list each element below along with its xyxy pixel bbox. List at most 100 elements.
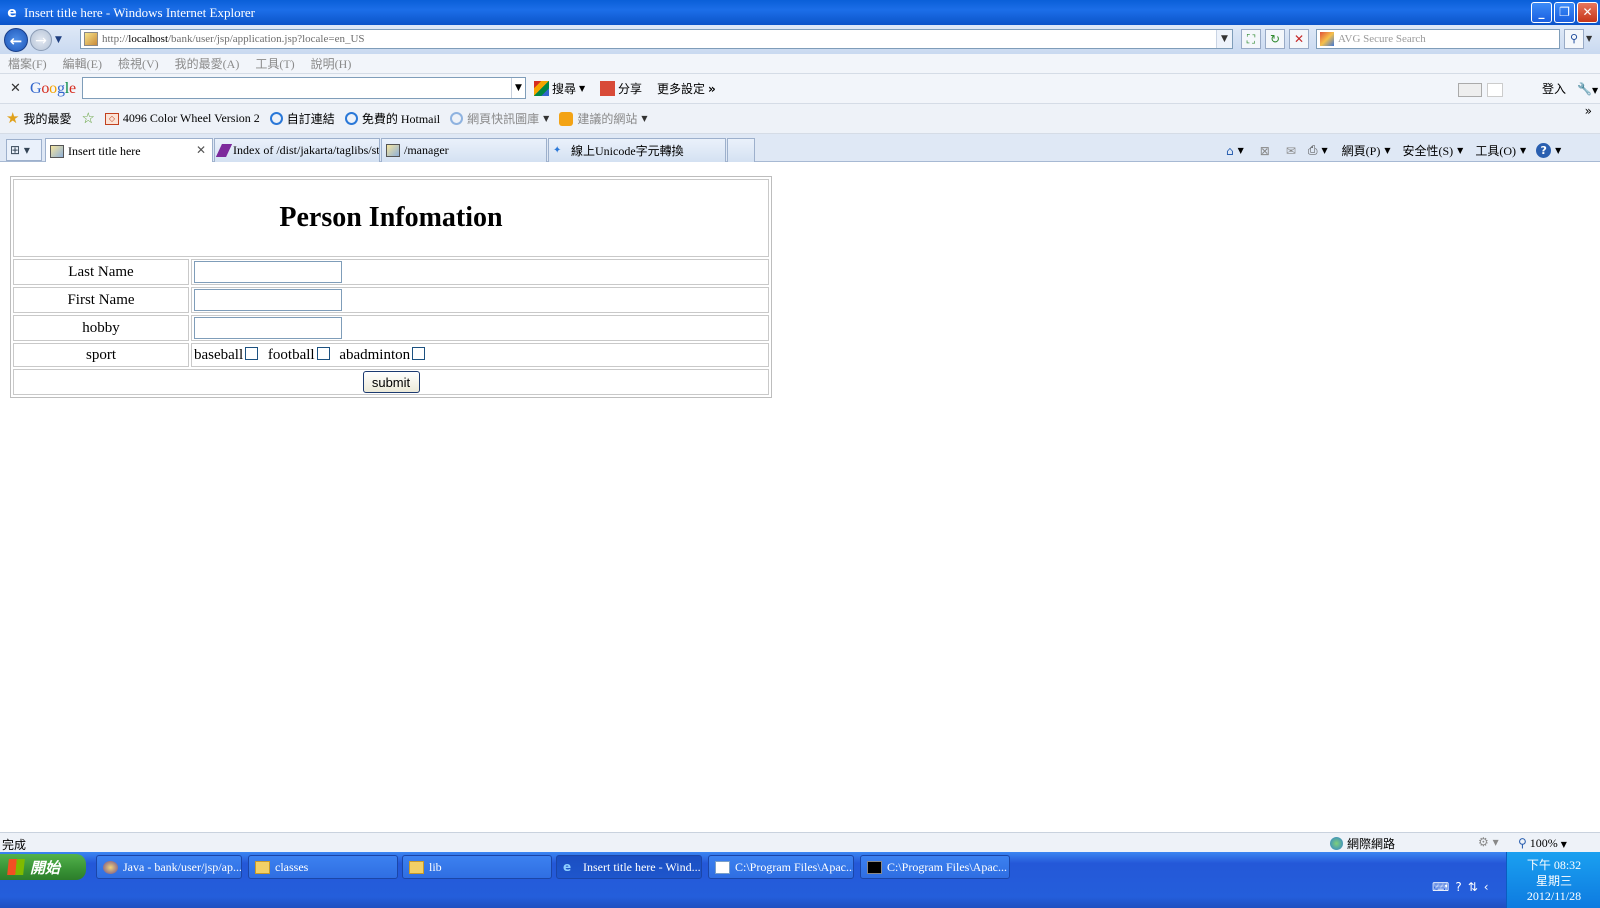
- chevron-down-icon: ▼: [543, 114, 550, 123]
- address-url[interactable]: http://localhost/bank/user/jsp/applicati…: [102, 33, 365, 45]
- zoom-level[interactable]: ⚲ 100% ▼: [1518, 836, 1567, 851]
- plus-one-icon[interactable]: [1458, 83, 1482, 98]
- keyboard-icon[interactable]: ⌨: [1432, 880, 1449, 894]
- google-search-button[interactable]: 搜尋 ▼: [534, 80, 585, 97]
- wrench-icon[interactable]: 🔧: [1577, 82, 1592, 96]
- close-tab-icon[interactable]: ✕: [196, 143, 206, 157]
- task-console[interactable]: C:\Program Files\Apac...: [860, 855, 1010, 879]
- search-icon[interactable]: ⚲: [1564, 29, 1584, 49]
- safety-menu[interactable]: 安全性(S): [1403, 142, 1454, 159]
- task-eclipse[interactable]: Java - bank/user/jsp/ap...: [96, 855, 242, 879]
- recent-pages-dropdown[interactable]: ▼: [55, 35, 67, 45]
- menu-tools[interactable]: 工具(T): [255, 55, 294, 72]
- feeds-icon[interactable]: ⊠: [1260, 144, 1270, 158]
- submit-button[interactable]: submit: [362, 371, 420, 393]
- task-notepad[interactable]: C:\Program Files\Apac...: [708, 855, 854, 879]
- home-icon[interactable]: ⌂: [1226, 144, 1234, 158]
- menu-favorites[interactable]: 我的最愛(A): [175, 55, 240, 72]
- person-info-form: Person Infomation Last Name First Name h…: [10, 176, 772, 398]
- fav-item-hotmail[interactable]: 免費的 Hotmail: [344, 110, 440, 127]
- tab-manager[interactable]: /manager: [381, 138, 547, 162]
- compatibility-view-icon[interactable]: ⛶: [1241, 29, 1261, 49]
- baseball-checkbox[interactable]: [245, 346, 259, 360]
- abadminton-checkbox[interactable]: [412, 346, 426, 360]
- hobby-input[interactable]: [194, 317, 342, 339]
- expand-tray-icon[interactable]: ‹: [1484, 880, 1489, 894]
- window-title: Insert title here - Windows Internet Exp…: [24, 4, 255, 20]
- clock[interactable]: 下午 08:32 星期三 2012/11/28: [1506, 852, 1600, 908]
- more-settings-button[interactable]: 更多設定»: [657, 80, 716, 97]
- address-bar[interactable]: http://localhost/bank/user/jsp/applicati…: [80, 29, 1233, 49]
- overflow-chevron-icon[interactable]: »: [1585, 104, 1592, 118]
- fav-item-color-wheel[interactable]: ◇ 4096 Color Wheel Version 2: [104, 111, 260, 126]
- page-menu[interactable]: 網頁(P): [1342, 142, 1381, 159]
- tab-jakarta-index[interactable]: Index of /dist/jakarta/taglibs/st...: [214, 138, 380, 162]
- zoom-icon: ⚲: [1518, 836, 1527, 850]
- menu-help[interactable]: 說明(H): [311, 55, 352, 72]
- fav-label: 4096 Color Wheel Version 2: [122, 111, 260, 125]
- last-name-label: Last Name: [13, 259, 189, 285]
- chevron-down-icon[interactable]: ▼: [1238, 146, 1244, 155]
- restore-button[interactable]: ❐: [1554, 2, 1575, 23]
- minimize-button[interactable]: _: [1531, 2, 1552, 23]
- first-name-input[interactable]: [194, 289, 342, 311]
- help-icon[interactable]: ?: [1536, 143, 1552, 158]
- task-label: Insert title here - Wind...: [583, 859, 701, 874]
- new-tab-button[interactable]: [727, 138, 755, 162]
- form-row: Last Name: [13, 259, 769, 285]
- last-name-cell: [191, 259, 769, 285]
- quick-tabs-button[interactable]: ⊞ ▾: [6, 139, 42, 161]
- start-label: 開始: [30, 858, 61, 877]
- chevron-down-icon[interactable]: ▼: [1322, 146, 1328, 155]
- favorites-button[interactable]: ★ 我的最愛: [6, 110, 71, 127]
- tab-insert-title[interactable]: Insert title here ✕: [45, 138, 213, 163]
- google-share-button[interactable]: 分享: [600, 80, 642, 97]
- search-placeholder: AVG Secure Search: [1338, 33, 1426, 45]
- chevron-down-icon[interactable]: ▼: [1520, 146, 1526, 155]
- protected-mode-icon[interactable]: ⚙ ▾: [1478, 835, 1499, 849]
- menu-view[interactable]: 檢視(V): [118, 55, 159, 72]
- task-label: classes: [275, 859, 309, 874]
- network-icon[interactable]: ⇅: [1468, 880, 1478, 894]
- search-options-dropdown[interactable]: ▼: [1586, 29, 1598, 49]
- help-tray-icon[interactable]: ?: [1455, 880, 1461, 894]
- chevron-down-icon[interactable]: ▼: [1592, 86, 1598, 95]
- tab-label: Index of /dist/jakarta/taglibs/st...: [233, 143, 380, 157]
- address-row: ← → ▼ http://localhost/bank/user/jsp/app…: [0, 25, 1600, 54]
- chevron-down-icon[interactable]: ▼: [511, 78, 525, 98]
- fav-item-web-slice-gallery[interactable]: 網頁快訊圖庫 ▼: [450, 110, 549, 127]
- add-favorite-button[interactable]: ☆: [81, 111, 94, 126]
- search-box[interactable]: AVG Secure Search: [1316, 29, 1560, 49]
- window-controls: _ ❐ ✕: [1531, 2, 1598, 23]
- tools-menu[interactable]: 工具(O): [1475, 142, 1516, 159]
- task-classes-folder[interactable]: classes: [248, 855, 398, 879]
- refresh-icon[interactable]: ↻: [1265, 29, 1285, 49]
- signin-link[interactable]: 登入: [1542, 82, 1566, 96]
- windows-flag-icon: [7, 859, 25, 875]
- menu-file[interactable]: 檔案(F): [8, 55, 47, 72]
- fav-item-suggested-sites[interactable]: 建議的網站 ▼: [559, 110, 648, 127]
- google-search-input[interactable]: ▼: [82, 77, 526, 99]
- tab-label: 線上Unicode字元轉換: [571, 144, 684, 158]
- forward-button[interactable]: →: [30, 28, 52, 51]
- stop-icon[interactable]: ✕: [1289, 29, 1309, 49]
- chevron-down-icon[interactable]: ▼: [1457, 146, 1463, 155]
- fav-item-custom-links[interactable]: 自訂連結: [269, 110, 335, 127]
- chevron-down-icon[interactable]: ▼: [1555, 146, 1561, 155]
- task-ie-window[interactable]: e Insert title here - Wind...: [556, 855, 702, 879]
- last-name-input[interactable]: [194, 261, 342, 283]
- close-button[interactable]: ✕: [1577, 2, 1598, 23]
- start-button[interactable]: 開始: [0, 854, 86, 880]
- task-lib-folder[interactable]: lib: [402, 855, 552, 879]
- close-toolbar-icon[interactable]: ✕: [10, 81, 24, 96]
- menu-edit[interactable]: 編輯(E): [63, 55, 102, 72]
- mail-icon[interactable]: ✉: [1286, 144, 1296, 158]
- back-button[interactable]: ←: [4, 27, 28, 52]
- zone-label: 網際網路: [1347, 837, 1396, 851]
- tab-unicode[interactable]: ✦ 線上Unicode字元轉換: [548, 138, 726, 162]
- security-zone[interactable]: 網際網路: [1330, 835, 1395, 852]
- address-dropdown-icon[interactable]: ▼: [1216, 30, 1232, 48]
- print-icon[interactable]: ⎙: [1308, 143, 1318, 158]
- football-checkbox[interactable]: [316, 346, 330, 360]
- chevron-down-icon[interactable]: ▼: [1384, 146, 1390, 155]
